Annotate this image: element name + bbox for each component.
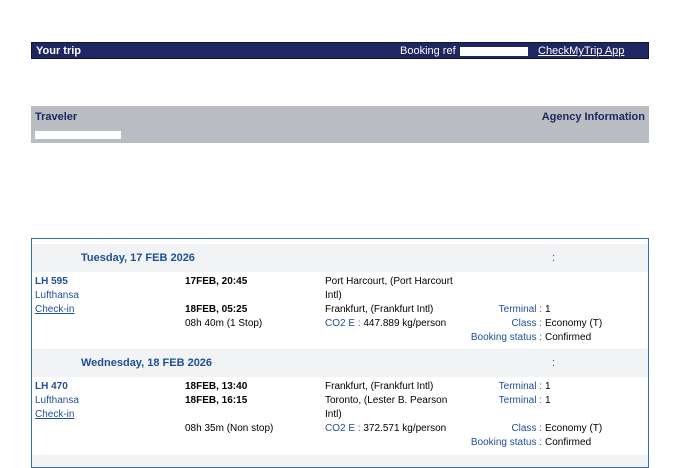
arrival-terminal-label: Terminal : bbox=[498, 395, 542, 406]
departure-airport: Frankfurt, (Frankfurt Intl) bbox=[325, 381, 434, 392]
airline-name: Lufthansa bbox=[35, 290, 79, 301]
arrival-terminal-value: 1 bbox=[545, 395, 551, 406]
arrival-airport-cont: Intl) bbox=[325, 409, 342, 420]
booking-status-label: Booking status : bbox=[470, 437, 542, 448]
booking-ref-label: Booking ref bbox=[400, 45, 456, 57]
co2-label: CO2 E : bbox=[325, 318, 361, 329]
traveler-label: Traveler bbox=[35, 111, 78, 123]
traveler-section: Traveler Agency Information bbox=[31, 106, 649, 143]
class-label: Class : bbox=[511, 423, 542, 434]
day-colon: : bbox=[552, 357, 556, 369]
arrival-airport: Frankfurt, (Frankfurt Intl) bbox=[325, 304, 434, 315]
itinerary-box: Tuesday, 17 FEB 2026 : LH 595 Lufthansa … bbox=[31, 238, 649, 468]
booking-ref-redaction bbox=[460, 47, 528, 56]
class-value: Economy (T) bbox=[545, 318, 603, 329]
co2-value: 372.571 kg/person bbox=[363, 423, 447, 434]
agency-information-label: Agency Information bbox=[541, 111, 645, 123]
flight-duration: 08h 40m (1 Stop) bbox=[185, 318, 263, 329]
trip-title: Your trip bbox=[36, 45, 82, 57]
class-value: Economy (T) bbox=[545, 423, 603, 434]
flight-number: LH 595 bbox=[35, 276, 68, 287]
arrival-time: 18FEB, 05:25 bbox=[185, 304, 248, 315]
terminal-value: 1 bbox=[545, 304, 551, 315]
departure-time: 17FEB, 20:45 bbox=[185, 276, 248, 287]
trip-header-bar: Your trip Booking ref CheckMyTrip App bbox=[31, 42, 649, 59]
flight-number: LH 470 bbox=[35, 381, 68, 392]
day-colon: : bbox=[552, 252, 556, 264]
checkmytrip-app-link[interactable]: CheckMyTrip App bbox=[538, 45, 624, 57]
departure-terminal-label: Terminal : bbox=[498, 381, 542, 392]
airline-name: Lufthansa bbox=[35, 395, 79, 406]
flight-duration: 08h 35m (Non stop) bbox=[185, 423, 274, 434]
checkin-link[interactable]: Check-in bbox=[35, 409, 74, 420]
booking-status-label: Booking status : bbox=[470, 332, 542, 343]
arrival-airport: Toronto, (Lester B. Pearson bbox=[325, 395, 448, 406]
arrival-time: 18FEB, 16:15 bbox=[185, 395, 248, 406]
class-label: Class : bbox=[511, 318, 542, 329]
traveler-name-redaction bbox=[35, 131, 121, 139]
co2-label: CO2 E : bbox=[325, 423, 361, 434]
checkin-link[interactable]: Check-in bbox=[35, 304, 74, 315]
departure-airport: Port Harcourt, (Port Harcourt bbox=[325, 276, 453, 287]
co2-value: 447.889 kg/person bbox=[363, 318, 447, 329]
departure-time: 18FEB, 13:40 bbox=[185, 381, 248, 392]
departure-terminal-value: 1 bbox=[545, 381, 551, 392]
day-header: Tuesday, 17 FEB 2026 : bbox=[32, 244, 648, 272]
day-header: Wednesday, 18 FEB 2026 : bbox=[32, 349, 648, 377]
terminal-label: Terminal : bbox=[498, 304, 542, 315]
day-date: Wednesday, 18 FEB 2026 bbox=[81, 357, 213, 369]
booking-status-value: Confirmed bbox=[545, 332, 592, 343]
booking-status-value: Confirmed bbox=[545, 437, 592, 448]
next-day-header-partial bbox=[32, 455, 648, 467]
day-date: Tuesday, 17 FEB 2026 bbox=[81, 252, 195, 264]
departure-airport-cont: Intl) bbox=[325, 290, 342, 301]
